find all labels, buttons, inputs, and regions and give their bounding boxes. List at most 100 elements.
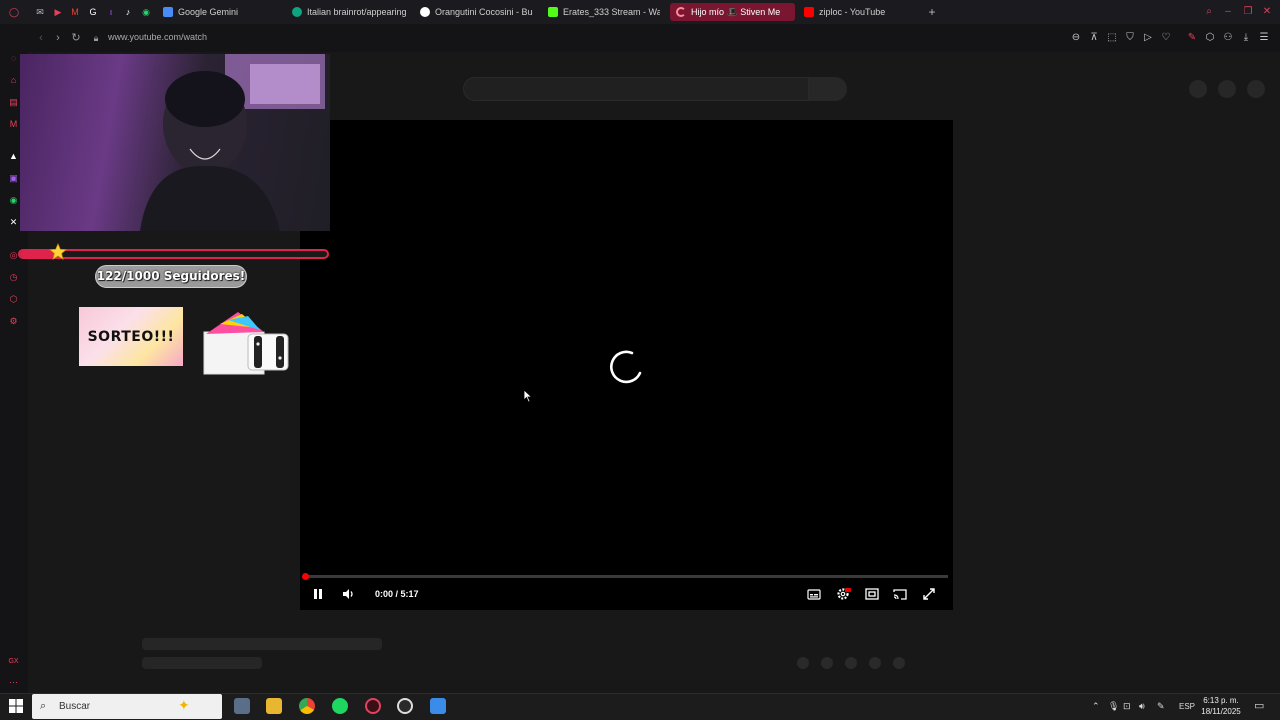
clock-time: 6:13 p. m. (1203, 696, 1239, 705)
volume-tray-icon[interactable]: 🔊︎ (1139, 701, 1145, 712)
forward-button[interactable]: › (51, 30, 65, 46)
fullscreen-button[interactable] (921, 586, 937, 602)
miniplayer-button[interactable] (864, 586, 880, 602)
sidebar-twitch-icon[interactable]: ▣ (7, 172, 20, 185)
notifications-icon[interactable] (1218, 80, 1236, 98)
sidebar-pin-icon[interactable]: ▲ (7, 150, 20, 163)
subtitles-icon (807, 589, 821, 600)
clock-date: 18/11/2025 (1201, 707, 1241, 716)
action-skeleton (845, 657, 857, 669)
tab-label: Orangutini Cocosini - Bus (435, 7, 533, 17)
taskbar-search-placeholder: Buscar (59, 701, 91, 712)
pin-icon[interactable]: ⊼ (1087, 31, 1101, 45)
mouse-cursor-icon (523, 389, 533, 403)
action-skeleton (821, 657, 833, 669)
profile-icon[interactable]: ⚇ (1221, 31, 1235, 45)
maximize-button[interactable]: ❐ (1241, 5, 1255, 19)
back-button[interactable]: ‹ (34, 30, 48, 46)
lock-icon: 🔒︎ (93, 33, 99, 43)
close-window-button[interactable]: ✕ (1260, 5, 1274, 19)
microphone-icon[interactable]: 🎙︎ (1108, 701, 1119, 712)
pinned-twitch-icon[interactable]: ı (105, 6, 117, 18)
download-icon[interactable]: ⤓ (1239, 31, 1253, 45)
tab-0[interactable]: Google Gemini (163, 3, 281, 21)
sidebar-more-icon[interactable]: ⋯ (7, 676, 20, 689)
url-field[interactable]: www.youtube.com/watch (108, 32, 207, 42)
sidebar-whatsapp-icon[interactable]: ◉ (7, 194, 20, 207)
sidebar-gmail-icon[interactable]: M (7, 118, 20, 131)
pause-button[interactable] (310, 586, 326, 602)
search-highlight-icon: ✦ (178, 697, 190, 713)
spotify-icon[interactable] (332, 698, 348, 714)
google-icon (420, 7, 430, 17)
search-tabs-icon[interactable]: ⌕ (1202, 5, 1216, 19)
taskbar-clock[interactable]: 6:13 p. m. 18/11/2025 (1196, 695, 1246, 717)
pinned-gmail-icon[interactable]: M (69, 6, 81, 18)
pinned-google-icon[interactable]: G (87, 6, 99, 18)
sidebar-gx-icon[interactable]: GX (7, 655, 20, 668)
tab-2[interactable]: Orangutini Cocosini - Bus (420, 3, 533, 21)
create-icon[interactable] (1189, 80, 1207, 98)
progress-scrubber[interactable] (302, 573, 309, 580)
opera-gx-icon[interactable] (365, 698, 381, 714)
pinned-tab-icon[interactable]: ✉ (34, 6, 46, 18)
youtube-search-button[interactable] (809, 77, 847, 101)
vpn-icon[interactable]: ✎ (1185, 31, 1199, 45)
minimize-button[interactable]: – (1221, 5, 1235, 19)
windows-start-icon[interactable] (9, 699, 23, 713)
sidebar-messenger-icon[interactable]: ⌂ (7, 74, 20, 87)
network-icon[interactable]: ⊡ (1123, 701, 1131, 712)
snapshot-icon[interactable]: ⬚ (1105, 31, 1119, 45)
tab-label: Hijo mío 🎩 Stiven Me (691, 6, 781, 17)
sidebar-cube-icon[interactable]: ⬡ (7, 293, 20, 306)
heart-icon[interactable]: ♡ (1159, 31, 1173, 45)
search-icon: ⌕ (40, 700, 47, 712)
title-skeleton (142, 638, 382, 650)
loading-spinner-icon (610, 350, 642, 384)
webcam-feed (20, 54, 330, 231)
shield-icon[interactable]: ⛉ (1123, 31, 1137, 45)
pen-icon[interactable]: ✎ (1157, 701, 1165, 712)
sidebar-history-icon[interactable]: ◷ (7, 271, 20, 284)
chrome-icon[interactable] (299, 698, 315, 714)
opera-logo-icon[interactable]: ◯ (8, 6, 20, 18)
subtitles-button[interactable] (806, 586, 822, 602)
pinned-youtube-icon[interactable]: ▶ (52, 6, 64, 18)
tab-1[interactable]: Italian brainrot/appearing (292, 3, 406, 21)
sidebar-settings-icon[interactable]: ⚙ (7, 315, 20, 328)
tray-expand-icon[interactable]: ⌃ (1092, 701, 1100, 712)
tab-5[interactable]: ziploc - YouTube (804, 3, 914, 21)
video-progress-bar[interactable] (305, 575, 948, 578)
cast-button[interactable] (892, 586, 908, 602)
volume-button[interactable] (340, 586, 356, 602)
settings-gear-icon (837, 588, 851, 600)
zoom-icon[interactable]: ⊖ (1069, 31, 1083, 45)
reload-button[interactable]: ↻ (69, 30, 83, 46)
notifications-tray-icon[interactable]: ▭ (1254, 699, 1264, 712)
file-explorer-icon[interactable] (266, 698, 282, 714)
sidebar-ai-icon[interactable]: ▤ (7, 96, 20, 109)
menu-icon[interactable]: ☰ (1257, 31, 1271, 45)
pinned-whatsapp-icon[interactable]: ◉ (140, 6, 152, 18)
pause-icon (314, 589, 322, 599)
obs-icon[interactable] (397, 698, 413, 714)
sidebar-x-icon[interactable]: ✕ (7, 216, 20, 229)
pinned-tiktok-icon[interactable]: ♪ (122, 6, 134, 18)
send-icon[interactable]: ▷ (1141, 31, 1155, 45)
extensions-icon[interactable]: ⬡ (1203, 31, 1217, 45)
youtube-search-input[interactable] (463, 77, 809, 101)
paint-icon[interactable] (430, 698, 446, 714)
action-skeleton (797, 657, 809, 669)
account-avatar[interactable] (1247, 80, 1265, 98)
gemini-icon (163, 7, 173, 17)
sidebar-aria-icon[interactable]: ◌ (7, 52, 20, 65)
action-skeleton (869, 657, 881, 669)
taskbar-app-icon[interactable] (234, 698, 250, 714)
tab-3[interactable]: Erates_333 Stream - Wat (548, 3, 660, 21)
settings-button[interactable] (835, 586, 851, 602)
language-indicator[interactable]: ESP (1179, 702, 1195, 711)
tab-4-active[interactable]: Hijo mío 🎩 Stiven Me (670, 3, 795, 21)
channel-skeleton (142, 657, 262, 669)
new-tab-button[interactable]: + (926, 5, 938, 19)
tab-label: ziploc - YouTube (819, 7, 886, 17)
